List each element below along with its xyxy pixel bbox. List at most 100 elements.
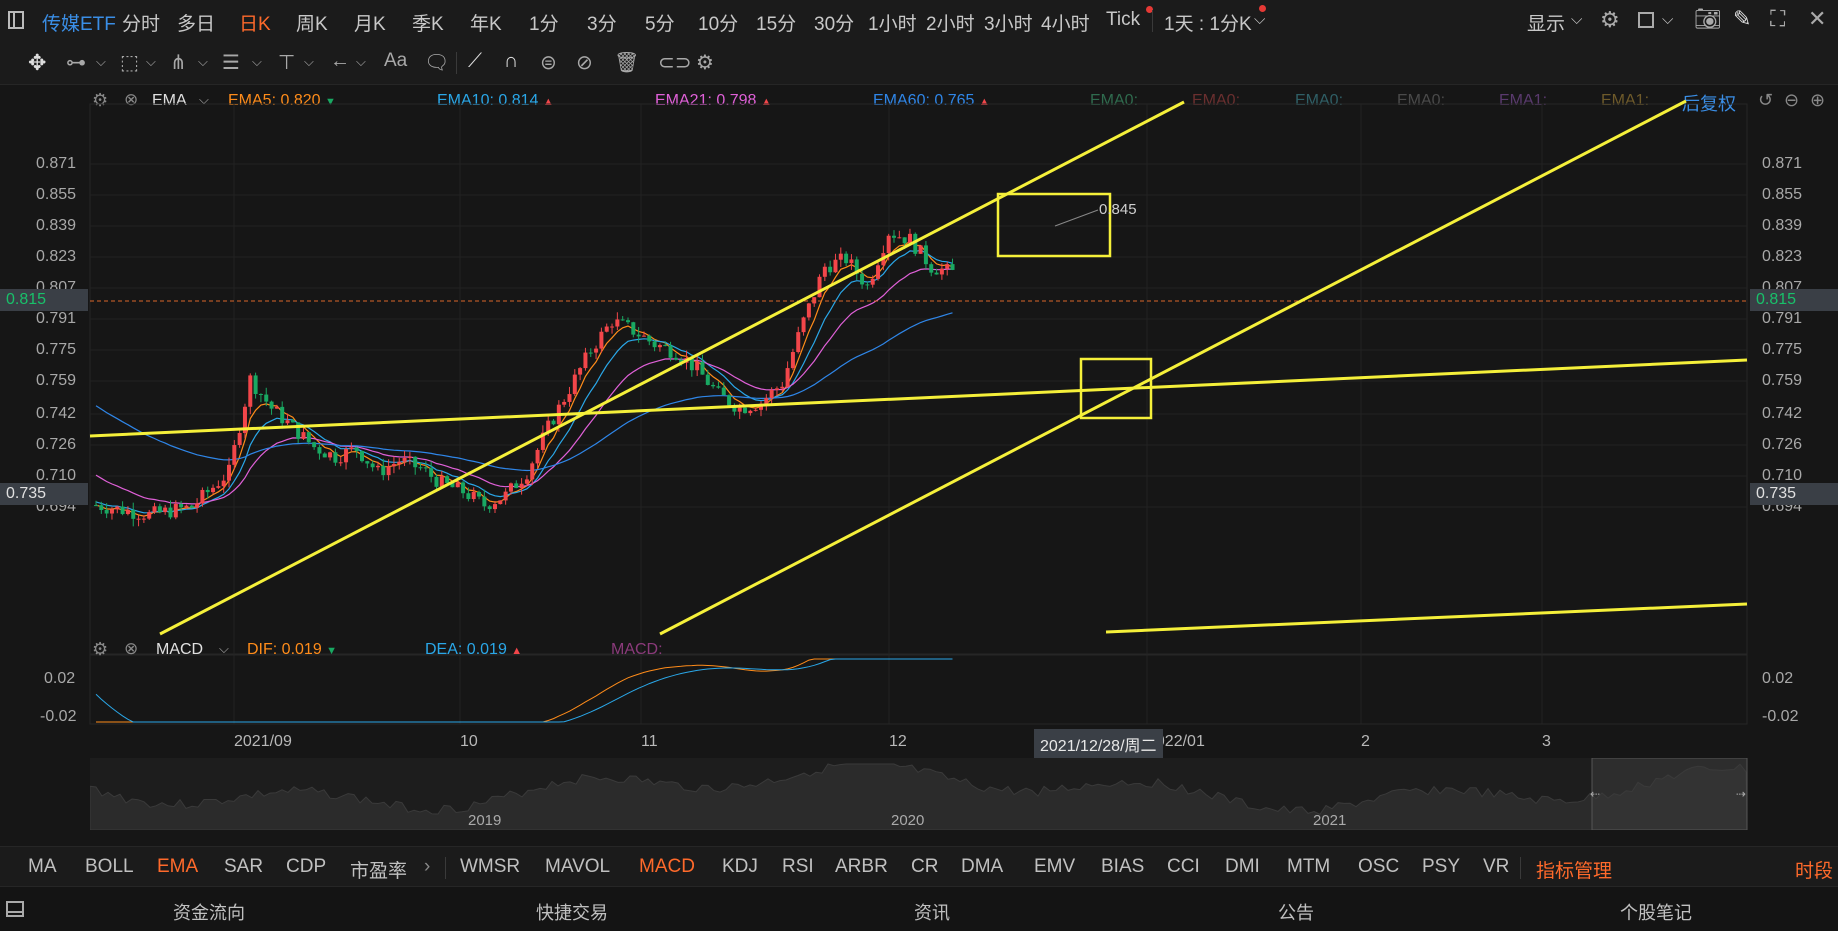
- indicator-cr[interactable]: CR: [911, 856, 938, 878]
- navigator-left-handle-icon[interactable]: ⇠: [1590, 787, 1600, 801]
- indicator-cdp[interactable]: CDP: [286, 856, 326, 878]
- fibonacci-icon[interactable]: ☰: [222, 50, 240, 75]
- security-title[interactable]: 传媒ETF: [42, 9, 116, 36]
- indicator-vr[interactable]: VR: [1483, 856, 1509, 878]
- peak-box[interactable]: [996, 192, 1112, 258]
- period-tab-quarterly[interactable]: 季K: [412, 9, 444, 36]
- multi-period-select[interactable]: 1天 : 1分K: [1164, 9, 1252, 36]
- channel-upper-line[interactable]: [159, 100, 1185, 636]
- indicator-cci[interactable]: CCI: [1167, 856, 1200, 878]
- chevron-down-icon[interactable]: ⌵: [356, 54, 366, 70]
- period-tab-2h[interactable]: 2小时: [926, 9, 975, 36]
- indicator-mavol[interactable]: MAVOL: [545, 856, 610, 878]
- move-cross-icon[interactable]: ✥: [28, 50, 46, 76]
- indicator-dma[interactable]: DMA: [961, 856, 1003, 878]
- period-tab-monthly[interactable]: 月K: [354, 9, 386, 36]
- panel-collapse-icon[interactable]: [6, 901, 24, 917]
- period-tab-fenshi[interactable]: 分时: [122, 9, 160, 36]
- chevron-down-icon[interactable]: ⌵: [1254, 11, 1265, 28]
- rectangle-tool-icon[interactable]: ⬚: [120, 50, 139, 75]
- measure-icon[interactable]: ⊤: [278, 50, 295, 75]
- indicator-pe[interactable]: 市盈率: [350, 856, 407, 883]
- navigator-window[interactable]: [1591, 758, 1748, 830]
- horizontal-resistance-line[interactable]: [89, 358, 1748, 438]
- pencil-icon[interactable]: ✎: [1733, 6, 1751, 32]
- chevron-down-icon[interactable]: ⌵: [146, 54, 156, 70]
- channel-lower-line[interactable]: [659, 99, 1687, 636]
- magnet-icon[interactable]: ∩: [504, 50, 518, 73]
- close-circle-icon[interactable]: ⊗: [124, 639, 138, 659]
- indicator-boll[interactable]: BOLL: [85, 856, 134, 878]
- period-tab-weekly[interactable]: 周K: [296, 9, 328, 36]
- indicator-mtm[interactable]: MTM: [1287, 856, 1330, 878]
- indicator-wmsr[interactable]: WMSR: [460, 856, 520, 878]
- period-tab-duori[interactable]: 多日: [177, 9, 215, 36]
- arrow-left-icon[interactable]: ←: [330, 50, 350, 73]
- period-tab-5min[interactable]: 5分: [645, 9, 675, 36]
- fullscreen-icon[interactable]: ⛶: [1770, 6, 1785, 32]
- period-tab-3min[interactable]: 3分: [587, 9, 617, 36]
- tab-announcements[interactable]: 公告: [1278, 899, 1314, 925]
- period-tab-yearly[interactable]: 年K: [470, 9, 502, 36]
- indicator-emv[interactable]: EMV: [1034, 856, 1075, 878]
- close-icon[interactable]: ✕: [1808, 6, 1826, 32]
- panel-toggle-icon[interactable]: [8, 11, 24, 29]
- camera-icon[interactable]: 📷︎: [1694, 6, 1722, 32]
- indicator-macd[interactable]: MACD: [639, 856, 695, 878]
- period-tab-tick[interactable]: Tick: [1106, 9, 1140, 31]
- period-tab-15min[interactable]: 15分: [756, 9, 796, 36]
- period-tab-30min[interactable]: 30分: [814, 9, 854, 36]
- chevron-down-icon[interactable]: ⌵: [96, 54, 106, 70]
- tab-quick-trade[interactable]: 快捷交易: [536, 899, 608, 925]
- price-tick: 0.871: [1762, 155, 1803, 172]
- indicator-psy[interactable]: PSY: [1422, 856, 1460, 878]
- lock-drawing-icon[interactable]: ⊜: [540, 50, 557, 75]
- link-icon[interactable]: ⊂⊃: [658, 50, 692, 75]
- pen-draw-icon[interactable]: ⟋: [468, 50, 482, 73]
- gear-icon[interactable]: ⚙: [92, 639, 108, 660]
- indicator-bias[interactable]: BIAS: [1101, 856, 1144, 878]
- indicator-kdj[interactable]: KDJ: [722, 856, 758, 878]
- chevron-down-icon[interactable]: ⌵: [304, 54, 314, 70]
- display-menu[interactable]: 显示: [1527, 9, 1565, 36]
- trash-icon[interactable]: 🗑︎: [614, 50, 639, 75]
- hide-drawing-icon[interactable]: ⊘: [576, 50, 593, 75]
- tab-news[interactable]: 资讯: [914, 899, 950, 925]
- sub-indicator-name[interactable]: MACD: [156, 641, 203, 659]
- period-tab-10min[interactable]: 10分: [698, 9, 738, 36]
- period-tab-daily[interactable]: 日K: [239, 9, 271, 36]
- period-tab-3h[interactable]: 3小时: [984, 9, 1033, 36]
- pitchfork-icon[interactable]: ⋔: [170, 50, 187, 75]
- indicator-dmi[interactable]: DMI: [1225, 856, 1260, 878]
- period-tab-1min[interactable]: 1分: [529, 9, 559, 36]
- tab-capital-flow[interactable]: 资金流向: [173, 899, 245, 925]
- chevron-down-icon[interactable]: ⌵: [1662, 11, 1673, 28]
- period-section-button[interactable]: 时段: [1795, 856, 1833, 883]
- indicator-arbr[interactable]: ARBR: [835, 856, 888, 878]
- kline-chart-area[interactable]: ⚙ ⊗ EMA ⌵ EMA5: 0.820 ▼ EMA10: 0.814 ▲ E…: [0, 84, 1838, 830]
- indicator-rsi[interactable]: RSI: [782, 856, 814, 878]
- chevron-down-icon[interactable]: ⌵: [1571, 11, 1582, 28]
- indicator-manage-button[interactable]: 指标管理: [1536, 856, 1612, 883]
- gear-icon[interactable]: ⚙: [1600, 7, 1620, 33]
- chevron-down-icon[interactable]: ⌵: [198, 54, 208, 70]
- line-segment-icon[interactable]: ⊶: [66, 50, 86, 75]
- indicator-ma[interactable]: MA: [28, 856, 57, 878]
- indicator-sar[interactable]: SAR: [224, 856, 263, 878]
- trend-drawings[interactable]: [89, 99, 1748, 636]
- time-navigator[interactable]: ⇠ ⇢ 2019 2020 2021: [90, 758, 1750, 830]
- layout-square-icon[interactable]: [1638, 12, 1654, 28]
- indicator-osc[interactable]: OSC: [1358, 856, 1399, 878]
- tab-stock-notes[interactable]: 个股笔记: [1620, 899, 1692, 925]
- chevron-down-icon[interactable]: ⌵: [219, 641, 229, 657]
- comment-icon[interactable]: 🗨︎: [424, 50, 449, 75]
- chevron-down-icon[interactable]: ⌵: [252, 54, 262, 70]
- drawing-settings-icon[interactable]: ⚙: [696, 50, 714, 75]
- period-tab-4h[interactable]: 4小时: [1041, 9, 1090, 36]
- chevron-right-icon[interactable]: ›: [424, 856, 430, 878]
- support-line[interactable]: [1105, 602, 1748, 634]
- navigator-right-handle-icon[interactable]: ⇢: [1736, 787, 1746, 801]
- text-tool-icon[interactable]: Aa: [384, 50, 407, 72]
- indicator-ema[interactable]: EMA: [157, 856, 198, 878]
- period-tab-1h[interactable]: 1小时: [868, 9, 917, 36]
